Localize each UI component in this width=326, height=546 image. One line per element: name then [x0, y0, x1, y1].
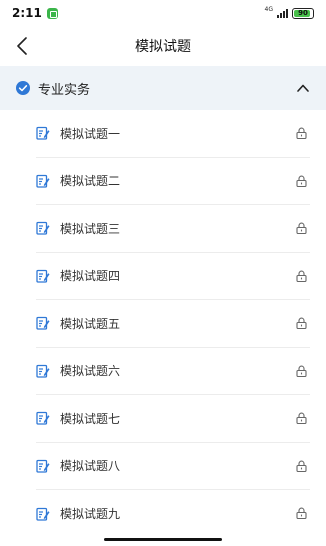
list-item-exam-2[interactable]: 模拟试题二 — [36, 158, 310, 205]
lock-icon — [296, 412, 307, 424]
edit-document-icon — [36, 459, 50, 473]
status-right: 4G 90 — [264, 6, 314, 19]
list-item-exam-4[interactable]: 模拟试题四 — [36, 253, 310, 300]
lock-icon — [296, 127, 307, 139]
list-item-label: 模拟试题一 — [60, 126, 121, 141]
notification-app-icon — [46, 7, 58, 19]
lock-icon — [296, 317, 307, 329]
chevron-up-icon[interactable] — [296, 81, 310, 95]
edit-document-icon — [36, 221, 50, 235]
edit-document-icon — [36, 507, 50, 521]
status-left: 2:11 — [12, 6, 58, 20]
lock-icon — [296, 460, 307, 472]
lock-icon — [296, 175, 307, 187]
edit-document-icon — [36, 269, 50, 283]
status-time: 2:11 — [12, 6, 42, 20]
edit-document-icon — [36, 126, 50, 140]
battery-level: 90 — [298, 9, 308, 17]
list-item-exam-5[interactable]: 模拟试题五 — [36, 300, 310, 348]
list-item-exam-9[interactable]: 模拟试题九 — [36, 490, 310, 538]
edit-document-icon — [36, 364, 50, 378]
exam-list: 模拟试题一 模拟试题二 模拟试题三 模拟试题四 模拟试题五 模拟试题六 模拟试题… — [36, 110, 310, 538]
check-circle-icon — [16, 81, 30, 95]
list-item-label: 模拟试题六 — [60, 364, 121, 379]
network-type: 4G — [264, 6, 273, 13]
chevron-left-icon — [17, 37, 27, 55]
section-header-professional-practice[interactable]: 专业实务 — [0, 66, 326, 110]
list-item-label: 模拟试题二 — [60, 174, 121, 189]
list-item-label: 模拟试题四 — [60, 269, 121, 284]
lock-icon — [296, 507, 307, 519]
back-button[interactable] — [8, 32, 36, 60]
signal-icon — [277, 8, 288, 18]
lock-icon — [296, 365, 307, 377]
list-item-exam-3[interactable]: 模拟试题三 — [36, 205, 310, 253]
list-item-label: 模拟试题九 — [60, 507, 121, 522]
list-item-exam-6[interactable]: 模拟试题六 — [36, 348, 310, 395]
list-item-exam-1[interactable]: 模拟试题一 — [36, 110, 310, 158]
battery-icon: 90 — [292, 7, 314, 19]
lock-icon — [296, 222, 307, 234]
list-item-label: 模拟试题七 — [60, 411, 121, 426]
status-bar: 2:11 4G 90 — [0, 0, 326, 26]
edit-document-icon — [36, 316, 50, 330]
navigation-bar: 模拟试题 — [0, 26, 326, 66]
list-item-label: 模拟试题五 — [60, 316, 121, 331]
list-item-exam-8[interactable]: 模拟试题八 — [36, 443, 310, 490]
list-item-label: 模拟试题八 — [60, 459, 121, 474]
home-indicator — [104, 538, 222, 541]
edit-document-icon — [36, 174, 50, 188]
section-title: 专业实务 — [38, 82, 91, 98]
list-item-exam-7[interactable]: 模拟试题七 — [36, 395, 310, 443]
lock-icon — [296, 270, 307, 282]
page-title: 模拟试题 — [135, 39, 191, 55]
edit-document-icon — [36, 411, 50, 425]
list-item-label: 模拟试题三 — [60, 221, 121, 236]
